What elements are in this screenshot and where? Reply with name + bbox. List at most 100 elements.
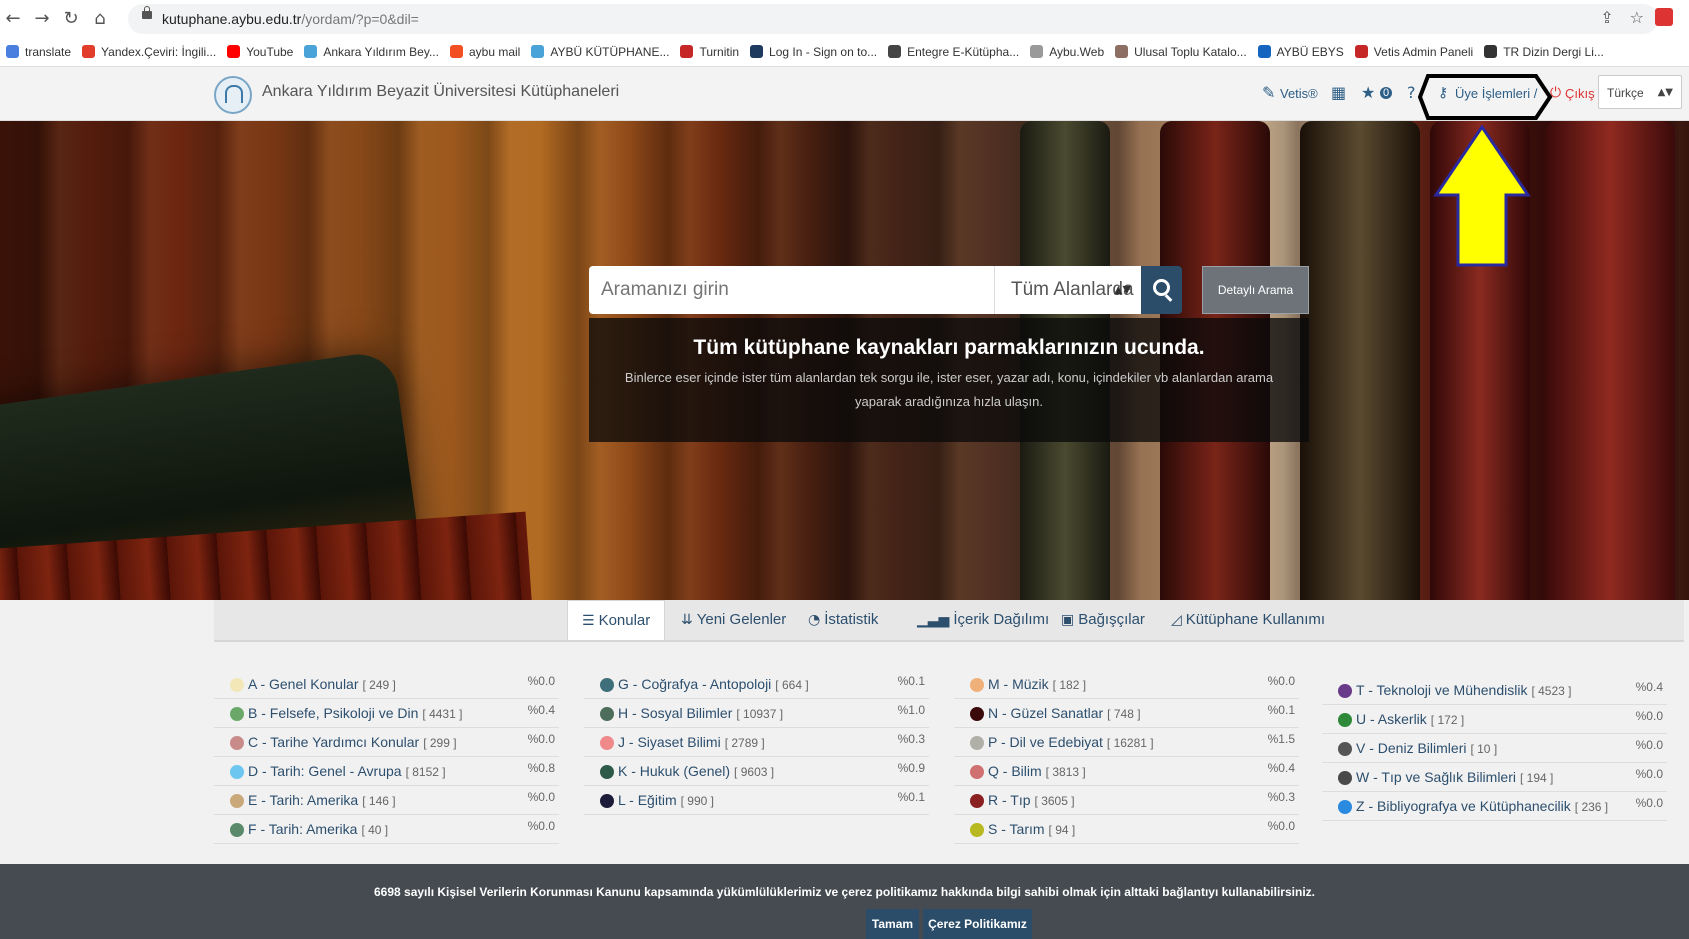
home-icon[interactable]: ⌂ xyxy=(89,8,111,30)
subject-name[interactable]: L - Eğitim xyxy=(618,792,677,808)
subject-row[interactable]: W - Tıp ve Sağlık Bilimleri [ 194 ] %0.0 xyxy=(1322,763,1667,792)
subject-count: [ 172 ] xyxy=(1430,713,1465,727)
subject-name[interactable]: Q - Bilim xyxy=(988,763,1042,779)
subject-row[interactable]: H - Sosyal Bilimler [ 10937 ] %1.0 xyxy=(584,699,929,728)
subject-label: R - Tıp[ 3605 ] xyxy=(988,792,1075,808)
subject-row[interactable]: C - Tarihe Yardımcı Konular [ 299 ] %0.0 xyxy=(214,728,559,757)
bookmark-item[interactable]: AYBÜ KÜTÜPHANE... xyxy=(531,38,669,66)
bookmark-item[interactable]: Ulusal Toplu Katalo... xyxy=(1115,38,1247,66)
subject-row[interactable]: M - Müzik[ 182 ] %0.0 xyxy=(954,670,1299,699)
subject-name[interactable]: M - Müzik xyxy=(988,676,1049,692)
subject-name[interactable]: W - Tıp ve Sağlık Bilimleri xyxy=(1356,769,1516,785)
tab-bagiscilar[interactable]: ▣ Bağışçılar xyxy=(1061,600,1145,640)
site-title[interactable]: Ankara Yıldırım Beyazit Üniversitesi Küt… xyxy=(262,83,619,101)
bookmark-item[interactable]: Turnitin xyxy=(680,38,739,66)
subject-row[interactable]: G - Coğrafya - Antopoloji [ 664 ] %0.1 xyxy=(584,670,929,699)
subject-count: [ 4523 ] xyxy=(1531,684,1572,698)
star-icon[interactable]: ☆ xyxy=(1630,8,1644,27)
subject-label: M - Müzik[ 182 ] xyxy=(988,676,1086,692)
subject-row[interactable]: N - Güzel Sanatlar [ 748 ] %0.1 xyxy=(954,699,1299,728)
subject-row[interactable]: Z - Bibliyografya ve Kütüphanecilik[ 236… xyxy=(1322,792,1667,821)
subject-row[interactable]: J - Siyaset Bilimi[ 2789 ] %0.3 xyxy=(584,728,929,757)
subject-percent: %0.1 xyxy=(1267,703,1295,717)
detailed-search-button[interactable]: Detaylı Arama xyxy=(1202,266,1309,314)
subject-name[interactable]: V - Deniz Bilimleri xyxy=(1356,740,1466,756)
bookmark-label: aybu mail xyxy=(468,45,521,59)
subject-name[interactable]: P - Dil ve Edebiyat xyxy=(988,734,1103,750)
subject-percent: %0.0 xyxy=(527,674,555,688)
subject-row[interactable]: T - Teknoloji ve Mühendislik [ 4523 ] %0.4 xyxy=(1322,676,1667,705)
subject-row[interactable]: E - Tarih: Amerika [ 146 ] %0.0 xyxy=(214,786,559,815)
tab-yeni-gelenler[interactable]: ⇊ Yeni Gelenler xyxy=(681,600,786,640)
subject-row[interactable]: V - Deniz Bilimleri [ 10 ] %0.0 xyxy=(1322,734,1667,763)
tab-konular[interactable]: ☰ Konular xyxy=(567,600,666,640)
bookmark-item[interactable]: Entegre E-Kütüpha... xyxy=(888,38,1019,66)
subject-name[interactable]: G - Coğrafya - Antopoloji xyxy=(618,676,771,692)
subject-name[interactable]: Z - Bibliyografya ve Kütüphanecilik xyxy=(1356,798,1571,814)
subject-name[interactable]: R - Tıp xyxy=(988,792,1031,808)
subject-name[interactable]: T - Teknoloji ve Mühendislik xyxy=(1356,682,1527,698)
subject-row[interactable]: L - Eğitim[ 990 ] %0.1 xyxy=(584,786,929,815)
cookie-text: 6698 sayılı Kişisel Verilerin Korunması … xyxy=(374,885,1315,899)
bookmark-favicon-icon xyxy=(1354,45,1368,58)
address-bar[interactable]: kutuphane.aybu.edu.tr/yordam/?p=0&dil= ⇪… xyxy=(128,4,1658,34)
subject-name[interactable]: H - Sosyal Bilimler xyxy=(618,705,732,721)
subject-row[interactable]: U - Askerlik[ 172 ] %0.0 xyxy=(1322,705,1667,734)
forward-icon[interactable]: → xyxy=(31,8,53,30)
subject-row[interactable]: S - Tarım[ 94 ] %0.0 xyxy=(954,815,1299,844)
bookmark-item[interactable]: Aybu.Web xyxy=(1030,38,1104,66)
subject-row[interactable]: B - Felsefe, Psikoloji ve Din [ 4431 ] %0.… xyxy=(214,699,559,728)
subject-row[interactable]: A - Genel Konular[ 249 ] %0.0 xyxy=(214,670,559,699)
subject-color-dot xyxy=(230,823,244,837)
logout-link[interactable]: Çıkış xyxy=(1565,86,1595,101)
search-input[interactable] xyxy=(589,266,994,314)
subject-name[interactable]: A - Genel Konular xyxy=(248,676,359,692)
subject-name[interactable]: D - Tarih: Genel - Avrupa xyxy=(248,763,402,779)
cookie-ok-button[interactable]: Tamam xyxy=(866,909,919,939)
bookmark-item[interactable]: Yandex.Çeviri: İngili... xyxy=(82,38,216,66)
subject-row[interactable]: P - Dil ve Edebiyat[ 16281 ] %1.5 xyxy=(954,728,1299,757)
bookmark-label: Aybu.Web xyxy=(1049,45,1105,59)
subject-name[interactable]: N - Güzel Sanatlar xyxy=(988,705,1103,721)
subject-row[interactable]: D - Tarih: Genel - Avrupa[ 8152 ] %0.8 xyxy=(214,757,559,786)
subject-row[interactable]: K - Hukuk (Genel) [ 9603 ] %0.9 xyxy=(584,757,929,786)
language-select[interactable]: Türkçe ▲▼ xyxy=(1598,75,1682,109)
share-icon[interactable]: ⇪ xyxy=(1600,8,1613,27)
search-scope-select[interactable]: Tüm Alanlarda ▲▼ xyxy=(994,266,1141,314)
calendar-icon[interactable]: ▦ xyxy=(1331,83,1346,102)
tab-icerik-dagilimi[interactable]: ▁▃▅ İçerik Dağılımı xyxy=(917,600,1049,640)
bookmark-favicon-icon xyxy=(449,45,463,58)
vetis-link[interactable]: Vetis® xyxy=(1280,86,1318,101)
reload-icon[interactable]: ↻ xyxy=(60,8,82,30)
bookmark-item[interactable]: Ankara Yıldırım Bey... xyxy=(304,38,439,66)
bookmark-item[interactable]: Vetis Admin Paneli xyxy=(1354,38,1473,66)
subject-name[interactable]: E - Tarih: Amerika xyxy=(248,792,358,808)
tab-istatistik[interactable]: ◔ İstatistik xyxy=(808,600,878,640)
subject-row[interactable]: Q - Bilim[ 3813 ] %0.4 xyxy=(954,757,1299,786)
bookmark-item[interactable]: translate xyxy=(6,38,71,66)
help-icon[interactable]: ? xyxy=(1407,83,1416,102)
tab-kutuphane-kullanimi[interactable]: ◿ Kütüphane Kullanımı xyxy=(1171,600,1325,640)
subject-name[interactable]: F - Tarih: Amerika xyxy=(248,821,357,837)
bookmark-item[interactable]: Log In - Sign on to... xyxy=(750,38,877,66)
cookie-policy-button[interactable]: Çerez Politikamız xyxy=(923,909,1032,939)
subject-row[interactable]: R - Tıp[ 3605 ] %0.3 xyxy=(954,786,1299,815)
subject-name[interactable]: J - Siyaset Bilimi xyxy=(618,734,721,750)
bookmark-item[interactable]: aybu mail xyxy=(449,38,521,66)
subject-name[interactable]: S - Tarım xyxy=(988,821,1045,837)
subject-name[interactable]: C - Tarihe Yardımcı Konular xyxy=(248,734,419,750)
bookmark-item[interactable]: AYBÜ EBYS xyxy=(1257,38,1344,66)
bookmark-favicon-icon xyxy=(1484,45,1498,58)
favorites-star-icon[interactable]: ★ xyxy=(1361,83,1375,102)
url-text[interactable]: kutuphane.aybu.edu.tr/yordam/?p=0&dil= xyxy=(162,11,419,27)
search-button[interactable] xyxy=(1141,266,1182,314)
subject-row[interactable]: F - Tarih: Amerika [ 40 ] %0.0 xyxy=(214,815,559,844)
extension-icon[interactable] xyxy=(1655,8,1673,26)
back-icon[interactable]: ← xyxy=(2,8,24,30)
bookmark-item[interactable]: TR Dizin Dergi Li... xyxy=(1484,38,1604,66)
subject-name[interactable]: B - Felsefe, Psikoloji ve Din xyxy=(248,705,418,721)
bookmark-item[interactable]: YouTube xyxy=(227,38,293,66)
subject-name[interactable]: K - Hukuk (Genel) xyxy=(618,763,730,779)
university-logo[interactable] xyxy=(214,76,252,114)
subject-name[interactable]: U - Askerlik xyxy=(1356,711,1427,727)
